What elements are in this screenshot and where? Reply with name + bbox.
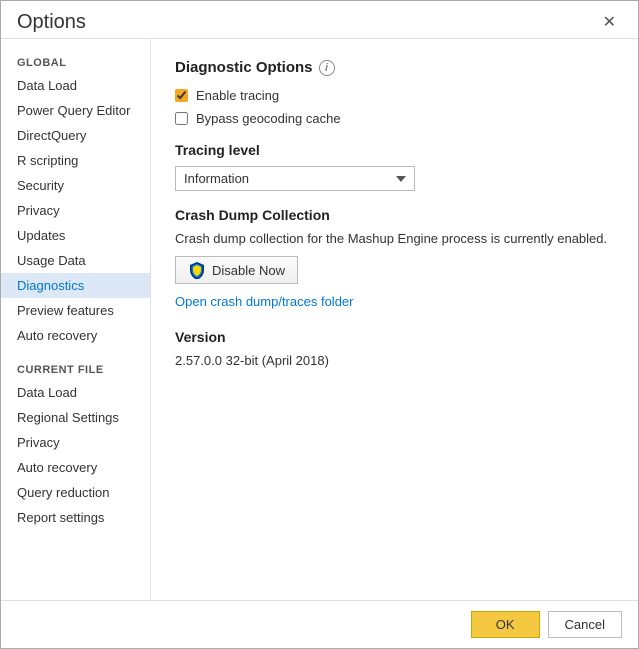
- enable-tracing-row: Enable tracing: [175, 88, 614, 103]
- sidebar-item-r-scripting[interactable]: R scripting: [1, 148, 150, 173]
- sidebar-item-cf-regional-settings[interactable]: Regional Settings: [1, 405, 150, 430]
- sidebar-item-power-query-editor[interactable]: Power Query Editor: [1, 98, 150, 123]
- shield-icon: [188, 261, 206, 279]
- sidebar-item-cf-data-load[interactable]: Data Load: [1, 380, 150, 405]
- sidebar-item-updates[interactable]: Updates: [1, 223, 150, 248]
- sidebar-item-usage-data[interactable]: Usage Data: [1, 248, 150, 273]
- current-file-section-label: CURRENT FILE: [1, 356, 150, 380]
- version-section: Version 2.57.0.0 32-bit (April 2018): [175, 329, 614, 368]
- dialog-footer: OK Cancel: [1, 600, 638, 648]
- diagnostic-options-title: Diagnostic Options i: [175, 59, 614, 76]
- sidebar-item-direct-query[interactable]: DirectQuery: [1, 123, 150, 148]
- sidebar-item-security[interactable]: Security: [1, 173, 150, 198]
- version-title: Version: [175, 329, 614, 345]
- sidebar-item-data-load[interactable]: Data Load: [1, 73, 150, 98]
- tracing-level-select[interactable]: Information Verbose Warning Error: [175, 166, 415, 191]
- crash-dump-title: Crash Dump Collection: [175, 207, 614, 223]
- dialog-body: GLOBAL Data Load Power Query Editor Dire…: [1, 38, 638, 600]
- bypass-geocoding-checkbox[interactable]: [175, 112, 188, 125]
- crash-dump-status: Crash dump collection for the Mashup Eng…: [175, 231, 614, 246]
- title-bar: Options ✕: [1, 1, 638, 38]
- version-value: 2.57.0.0 32-bit (April 2018): [175, 353, 614, 368]
- open-crash-dump-folder-link[interactable]: Open crash dump/traces folder: [175, 294, 353, 309]
- sidebar-item-diagnostics[interactable]: Diagnostics: [1, 273, 150, 298]
- sidebar-item-cf-auto-recovery[interactable]: Auto recovery: [1, 455, 150, 480]
- options-dialog: Options ✕ GLOBAL Data Load Power Query E…: [0, 0, 639, 649]
- sidebar-item-preview-features[interactable]: Preview features: [1, 298, 150, 323]
- sidebar-item-auto-recovery-global[interactable]: Auto recovery: [1, 323, 150, 348]
- main-content: Diagnostic Options i Enable tracing Bypa…: [151, 39, 638, 600]
- tracing-level-title: Tracing level: [175, 142, 614, 158]
- enable-tracing-checkbox[interactable]: [175, 89, 188, 102]
- crash-dump-section: Crash Dump Collection Crash dump collect…: [175, 207, 614, 309]
- sidebar-item-cf-privacy[interactable]: Privacy: [1, 430, 150, 455]
- disable-now-button[interactable]: Disable Now: [175, 256, 298, 284]
- sidebar-item-cf-report-settings[interactable]: Report settings: [1, 505, 150, 530]
- enable-tracing-label: Enable tracing: [196, 88, 279, 103]
- sidebar-item-cf-query-reduction[interactable]: Query reduction: [1, 480, 150, 505]
- cancel-button[interactable]: Cancel: [548, 611, 622, 638]
- sidebar-item-privacy[interactable]: Privacy: [1, 198, 150, 223]
- bypass-geocoding-row: Bypass geocoding cache: [175, 111, 614, 126]
- sidebar: GLOBAL Data Load Power Query Editor Dire…: [1, 39, 151, 600]
- close-button[interactable]: ✕: [597, 13, 622, 33]
- tracing-level-row: Information Verbose Warning Error: [175, 166, 614, 191]
- global-section-label: GLOBAL: [1, 49, 150, 73]
- bypass-geocoding-label: Bypass geocoding cache: [196, 111, 341, 126]
- dialog-title: Options: [17, 11, 86, 34]
- info-icon: i: [319, 60, 335, 76]
- ok-button[interactable]: OK: [471, 611, 540, 638]
